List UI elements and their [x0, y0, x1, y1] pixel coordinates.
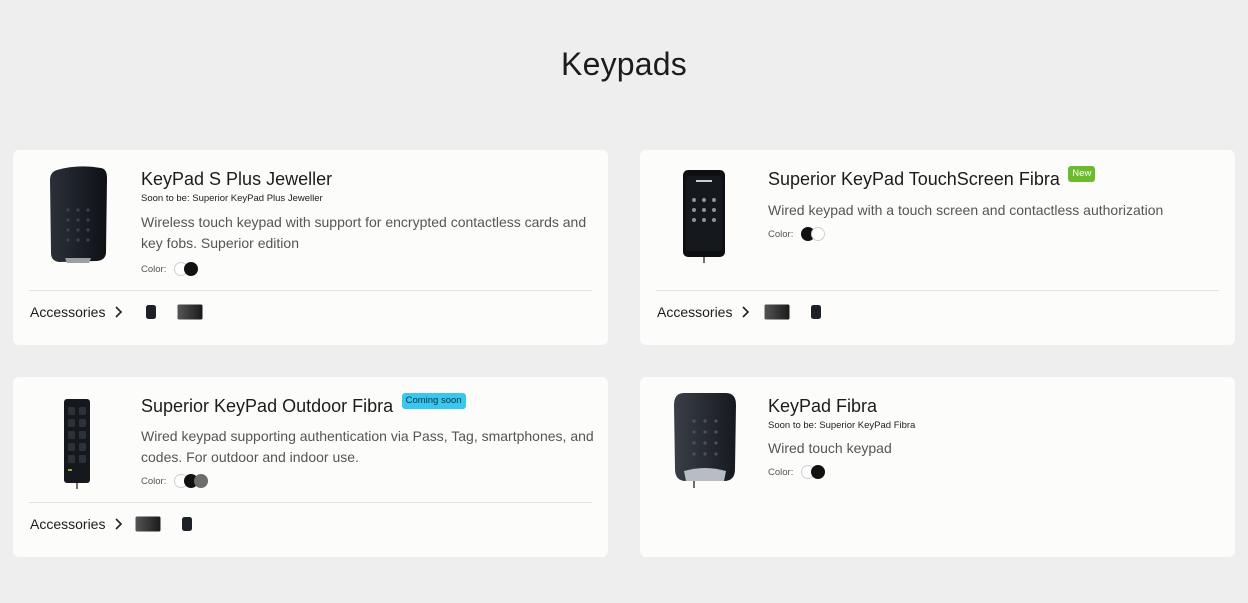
accessories-link[interactable]: Accessories: [30, 304, 105, 320]
keypad-fibra-image[interactable]: [672, 391, 738, 489]
tag-icon[interactable]: [181, 516, 193, 532]
card-icon[interactable]: [177, 304, 203, 320]
page-title: Keypads: [561, 46, 687, 82]
divider: [29, 502, 592, 503]
color-label: Color:: [768, 466, 794, 478]
chevron-right-icon[interactable]: [113, 305, 123, 319]
accessories-row[interactable]: Accessories: [30, 304, 203, 320]
product-description: Wired touch keypad: [768, 440, 892, 456]
product-card-keypad-fibra[interactable]: KeyPad Fibra Soon to be: Superior KeyPad…: [640, 377, 1235, 557]
product-name[interactable]: KeyPad Fibra: [768, 395, 877, 417]
color-swatch-black[interactable]: [811, 465, 826, 479]
new-badge: New: [1068, 166, 1096, 182]
color-selector: Color:: [768, 465, 1221, 479]
color-label: Color:: [141, 475, 167, 487]
divider: [656, 290, 1219, 291]
color-swatch-black[interactable]: [184, 262, 199, 276]
keypad-outdoor-image[interactable]: [61, 397, 93, 489]
product-description: Wired keypad supporting authentication v…: [141, 428, 594, 465]
color-swatch-grey[interactable]: [194, 474, 209, 488]
accessories-link[interactable]: Accessories: [30, 516, 105, 532]
product-name[interactable]: Superior KeyPad TouchScreen Fibra: [768, 168, 1060, 190]
product-name[interactable]: KeyPad S Plus Jeweller: [141, 168, 332, 190]
coming-soon-badge: Coming soon: [401, 393, 466, 409]
card-icon[interactable]: [764, 304, 790, 320]
color-selector: Color:: [141, 262, 594, 276]
soon-to-be-note: Soon to be: Superior KeyPad Plus Jewelle…: [141, 193, 323, 204]
divider: [29, 290, 592, 291]
chevron-right-icon[interactable]: [113, 517, 123, 531]
accessories-row[interactable]: Accessories: [657, 304, 822, 320]
keypad-s-plus-image[interactable]: [47, 164, 109, 264]
tag-icon[interactable]: [810, 304, 822, 320]
color-swatch-white[interactable]: [811, 227, 826, 241]
color-label: Color:: [141, 263, 167, 275]
product-name[interactable]: Superior KeyPad Outdoor Fibra: [141, 395, 393, 417]
accessories-row[interactable]: Accessories: [30, 516, 193, 532]
accessories-link[interactable]: Accessories: [657, 304, 732, 320]
color-label: Color:: [768, 228, 794, 240]
tag-icon[interactable]: [145, 304, 157, 320]
product-description: Wired keypad with a touch screen and con…: [768, 202, 1164, 218]
keypad-touchscreen-image[interactable]: [681, 170, 727, 264]
color-selector: Color:: [141, 474, 594, 488]
product-description: Wireless touch keypad with support for e…: [141, 214, 587, 251]
product-card-superior-keypad-touchscreen-fibra[interactable]: Superior KeyPad TouchScreen Fibra New Wi…: [640, 150, 1235, 345]
color-selector: Color:: [768, 227, 1221, 241]
product-card-superior-keypad-outdoor-fibra[interactable]: Superior KeyPad Outdoor Fibra Coming soo…: [13, 377, 608, 557]
chevron-right-icon[interactable]: [740, 305, 750, 319]
soon-to-be-note: Soon to be: Superior KeyPad Fibra: [768, 420, 916, 431]
product-card-keypad-s-plus-jeweller[interactable]: KeyPad S Plus Jeweller Soon to be: Super…: [13, 150, 608, 345]
card-icon[interactable]: [135, 516, 161, 532]
